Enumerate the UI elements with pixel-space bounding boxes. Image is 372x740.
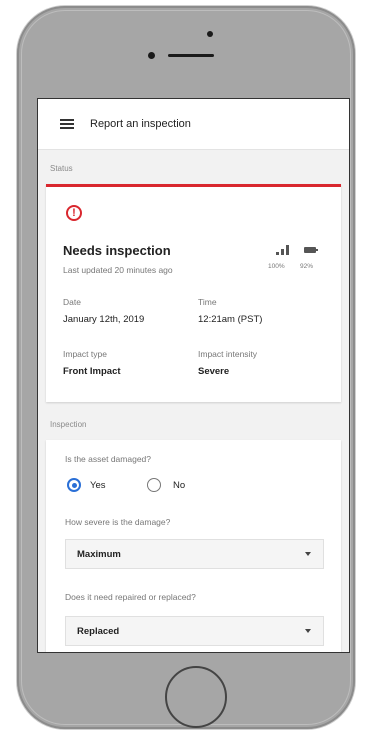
signal-value: 100% xyxy=(268,263,285,270)
damaged-question: Is the asset damaged? xyxy=(65,454,152,464)
yes-label[interactable]: Yes xyxy=(90,480,106,491)
severity-question: How severe is the damage? xyxy=(65,517,171,527)
app-bar: Report an inspection xyxy=(38,99,349,150)
proximity-sensor xyxy=(148,52,155,59)
earpiece-speaker xyxy=(168,54,214,57)
impact-intensity-label: Impact intensity xyxy=(198,349,258,359)
signal-icon xyxy=(276,245,290,255)
page-title: Report an inspection xyxy=(90,118,191,130)
front-camera xyxy=(207,31,213,37)
date-value: January 12th, 2019 xyxy=(63,314,145,325)
severity-select[interactable]: Maximum xyxy=(65,539,324,569)
alert-icon: ! xyxy=(66,205,82,221)
status-section-label: Status xyxy=(50,164,73,173)
yes-radio[interactable] xyxy=(67,478,81,492)
impact-type-value: Front Impact xyxy=(63,366,121,377)
battery-icon xyxy=(304,247,318,253)
repair-question: Does it need repaired or replaced? xyxy=(65,592,196,602)
inspection-card: Is the asset damaged? Yes No How severe … xyxy=(46,440,341,652)
inspection-section-label: Inspection xyxy=(50,420,87,429)
date-label: Date xyxy=(63,297,81,307)
no-radio[interactable] xyxy=(147,478,161,492)
repair-value: Replaced xyxy=(77,626,120,637)
repair-select[interactable]: Replaced xyxy=(65,616,324,646)
menu-icon[interactable] xyxy=(60,119,74,129)
home-button[interactable] xyxy=(165,666,227,728)
chevron-down-icon xyxy=(305,629,311,633)
chevron-down-icon xyxy=(305,552,311,556)
battery-value: 92% xyxy=(300,263,314,270)
time-value: 12:21am (PST) xyxy=(198,314,263,325)
status-title: Needs inspection xyxy=(63,243,171,258)
severity-value: Maximum xyxy=(77,549,121,560)
no-label[interactable]: No xyxy=(173,480,185,491)
time-label: Time xyxy=(198,297,217,307)
impact-type-label: Impact type xyxy=(63,349,107,359)
status-card: ! Needs inspection Last updated 20 minut… xyxy=(46,184,341,402)
impact-intensity-value: Severe xyxy=(198,366,230,377)
status-updated: Last updated 20 minutes ago xyxy=(63,265,173,275)
app-screen: Report an inspection Status ! Needs insp… xyxy=(37,98,350,653)
